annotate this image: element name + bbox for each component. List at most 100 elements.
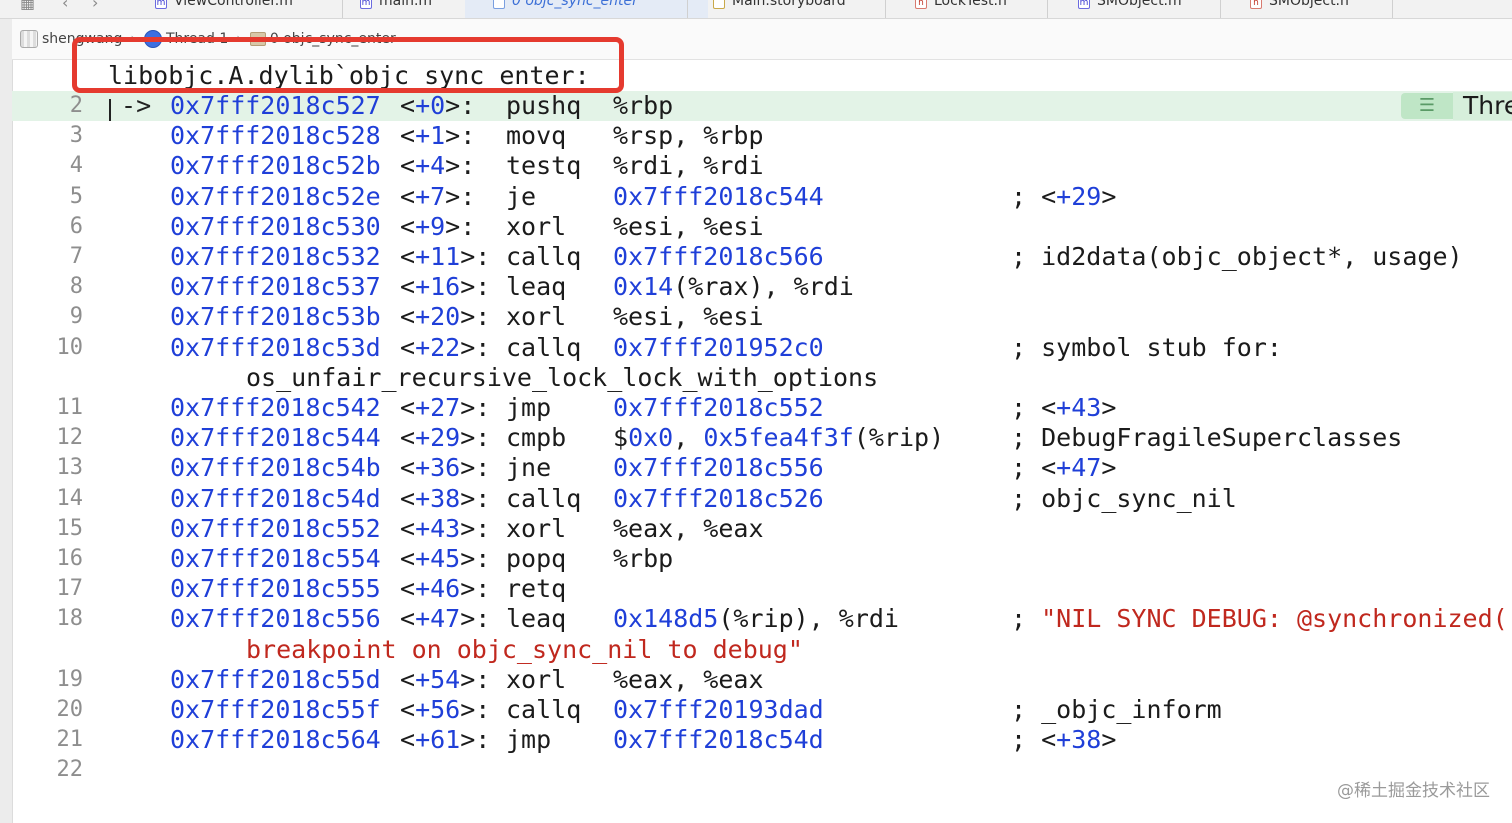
tab-smobject-m[interactable]: m SMObject.m [1078,0,1208,18]
chevron-right-icon: › [130,31,136,47]
line-number: 12 [56,425,84,451]
offset-value: +27 [415,393,461,422]
wrapped-line: os_unfair_recursive_lock_lock_with_optio… [12,363,1512,393]
breadcrumb-thread[interactable]: Thread 1 [166,31,228,47]
comment-token: > [1101,453,1117,483]
chevron-right-icon: › [236,31,242,47]
code-line[interactable]: 10 0x7fff2018c53d <+22>: callq 0x7fff201952c… [12,333,1512,363]
offset-value: +45 [415,544,461,573]
comment-token: < [1041,181,1057,211]
code-line[interactable]: 3 0x7fff2018c528 <+1>: movq %rsp, %rbp [12,121,1512,151]
instruction-comment: ; "NIL SYNC DEBUG: @synchronized( [1011,604,1508,634]
instruction-address: 0x7fff2018c537 [170,272,381,302]
instruction-operands: 0x7fff2018c556 [613,453,824,483]
current-thread-badge[interactable]: ☰Thread 1 [1401,92,1512,120]
thread-label: Thread 1 [1453,92,1512,120]
tab-label: Main.storyboard [732,0,846,9]
instruction-operands: 0x7fff2018c54d [613,725,824,755]
tab-0-objc-sync-enter[interactable]: 0 objc_sync_enter [465,0,708,18]
tab-label: SMObject.m [1097,0,1182,9]
grid-icon[interactable]: ▦ [20,0,35,12]
breadcrumb-project[interactable]: shengwang [42,31,122,47]
back-arrow-icon[interactable]: ‹ [62,0,68,12]
tab-label: ViewController.m [174,0,293,9]
code-line[interactable]: 8 0x7fff2018c537 <+16>: leaq 0x14(%rax), %rd… [12,272,1512,302]
code-line[interactable]: 21 0x7fff2018c564 <+61>: jmp 0x7fff2018c54d;… [12,725,1512,755]
tab-viewcontroller-m[interactable]: m ViewController.m [155,0,330,18]
operand-token: (%rax), %rdi [673,272,854,302]
code-line[interactable]: 13 0x7fff2018c54b <+36>: jne 0x7fff2018c556;… [12,453,1512,483]
code-line[interactable]: 9 0x7fff2018c53b <+20>: xorl %esi, %esi [12,302,1512,332]
operand-token: %esi, %esi [613,211,764,241]
instruction-offset: <+45>: [400,544,491,573]
offset-value: +61 [415,725,461,755]
offset-value: +54 [415,664,461,694]
current-instruction-line[interactable]: 2 -> 0x7fff2018c527 <+0>: pushq %rbp ☰Thread … [12,91,1512,121]
instruction-offset: <+27>: [400,393,491,422]
line-number: 4 [69,153,83,179]
code-line[interactable]: 11 0x7fff2018c542 <+27>: jmp 0x7fff2018c552;… [12,393,1512,423]
offset-value: +38 [415,483,461,513]
instruction-offset: <+56>: [400,695,491,724]
code-line[interactable]: 17 0x7fff2018c555 <+46>: retq [12,574,1512,604]
comment-token: id2data(objc_object*, usage) [1041,242,1463,271]
instruction-operands: %rsp, %rbp [613,121,764,151]
code-line[interactable]: 5 0x7fff2018c52e <+7>: je 0x7fff2018c544 ; <+… [12,182,1512,212]
line-number: 19 [56,666,84,692]
code-line[interactable]: 20 0x7fff2018c55f <+56>: callq 0x7fff20193da… [12,695,1512,725]
code-line[interactable]: 12 0x7fff2018c544 <+29>: cmpb $0x0, 0x5fea4f… [12,423,1512,453]
forward-arrow-icon[interactable]: › [92,0,98,12]
operand-token: 0x14 [613,272,674,302]
offset-value: +7 [415,181,446,211]
line-number: 16 [56,546,84,571]
line-number: 22 [56,757,84,783]
disassembly-editor[interactable]: libobjc.A.dylib`objc_sync_enter: 2 -> 0x7… [12,60,1512,823]
instruction-mnemonic: leaq [506,604,567,634]
disassembly-icon [493,0,505,9]
offset-value: +46 [415,574,461,604]
code-line[interactable]: 6 0x7fff2018c530 <+9>: xorl %esi, %esi [12,212,1512,242]
instruction-pointer-arrow-icon[interactable]: -> [106,91,151,121]
code-line[interactable]: 19 0x7fff2018c55d <+54>: xorl %eax, %eax [12,665,1512,695]
wrapped-line: breakpoint on objc_sync_nil to debug" [12,635,1512,665]
instruction-address: 0x7fff2018c554 [170,544,381,573]
drag-handle-icon[interactable]: ☰ [1401,93,1453,119]
instruction-mnemonic: jmp [506,393,552,422]
line-number: 3 [69,123,83,149]
instruction-offset: <+16>: [400,272,491,302]
offset-value: +11 [415,242,461,271]
code-line[interactable]: 22 [12,755,1512,785]
instruction-operands: %eax, %eax [613,514,764,544]
instruction-offset: <+43>: [400,513,491,543]
tab-main-m[interactable]: m main.m [360,0,460,18]
stack-frame-icon [249,32,266,46]
tab-label: main.m [379,0,433,9]
operand-token: 0x7fff2018c552 [613,393,824,422]
operand-token: %rbp [613,91,674,120]
code-line[interactable]: 15 0x7fff2018c552 <+43>: xorl %eax, %eax [12,514,1512,544]
line-number: 2 [69,93,83,118]
operand-token: 0x7fff201952c0 [613,332,824,362]
instruction-offset: <+47>: [400,604,491,634]
code-line[interactable]: 14 0x7fff2018c54d <+38>: callq 0x7fff2018c52… [12,484,1512,514]
code-line[interactable]: 18 0x7fff2018c556 <+47>: leaq 0x148d5(%rip),… [12,604,1512,634]
instruction-operands: 0x14(%rax), %rdi [613,272,854,302]
operand-token: %rbp [613,544,674,573]
instruction-mnemonic: callq [506,483,582,513]
instruction-address: 0x7fff2018c55d [170,664,381,694]
tab-locktest-h[interactable]: h LockTest.h [915,0,1035,18]
instruction-operands: 0x7fff20193dad [613,695,824,725]
instruction-comment: ; <+47> [1011,453,1117,483]
tab-smobject-h[interactable]: h SMObject.h [1250,0,1380,18]
offset-value: +20 [415,302,461,332]
code-line[interactable]: 16 0x7fff2018c554 <+45>: popq %rbp [12,544,1512,574]
code-line[interactable]: 7 0x7fff2018c532 <+11>: callq 0x7fff2018c566… [12,242,1512,272]
breadcrumb-frame[interactable]: 0 objc_sync_enter [270,31,396,47]
instruction-offset: <+36>: [400,453,491,483]
offset-value: +9 [415,211,446,241]
instruction-comment: ; DebugFragileSuperclasses [1011,423,1403,453]
tab-main-storyboard[interactable]: Main.storyboard [713,0,873,18]
instruction-comment: ; <+29> [1011,181,1117,211]
code-line[interactable]: 4 0x7fff2018c52b <+4>: testq %rdi, %rdi [12,151,1512,181]
function-header: libobjc.A.dylib`objc_sync_enter: [108,61,590,90]
